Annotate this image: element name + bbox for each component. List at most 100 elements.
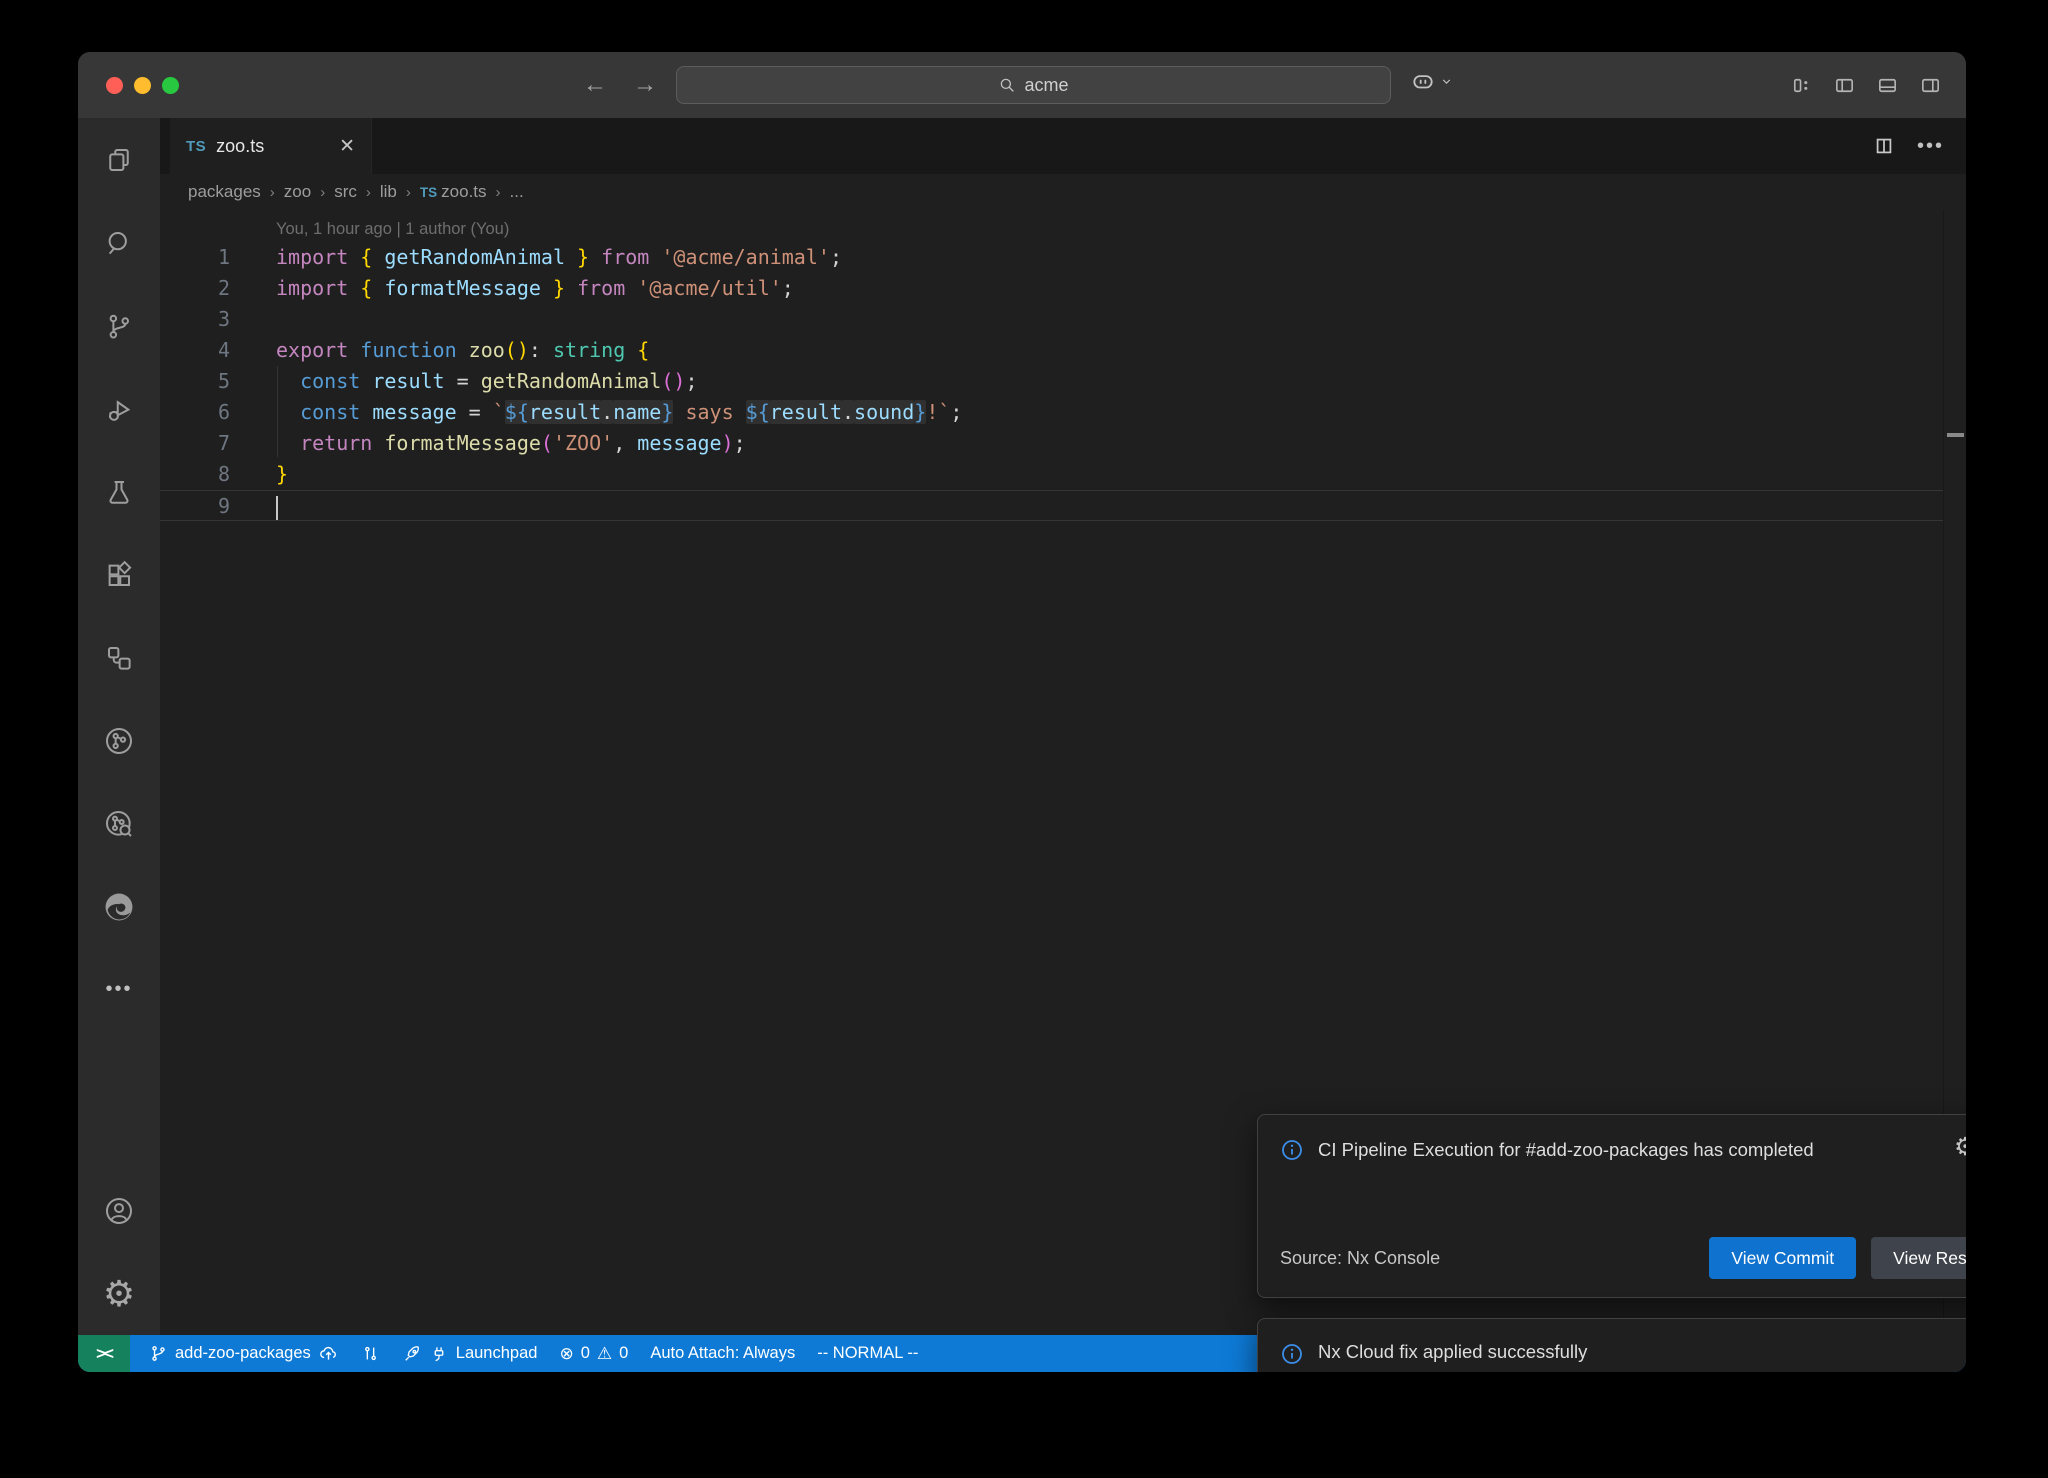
- ruler-cursor-marker: [1947, 433, 1964, 437]
- zoom-window-button[interactable]: [162, 77, 179, 94]
- code-lines: 1 import { getRandomAnimal } from '@acme/…: [160, 242, 1966, 521]
- split-editor-icon[interactable]: [1873, 135, 1895, 157]
- copilot-menu[interactable]: [1410, 68, 1453, 94]
- tab-bar: TS zoo.ts ✕ •••: [160, 118, 1966, 174]
- line-number: 5: [160, 366, 230, 397]
- titlebar: ← → acme: [78, 52, 1966, 118]
- breadcrumb-label: lib: [380, 182, 397, 202]
- close-window-button[interactable]: [106, 77, 123, 94]
- code-text: const result = getRandomAnimal();: [276, 366, 697, 397]
- code-text: }: [276, 459, 288, 490]
- tab-label: zoo.ts: [216, 136, 264, 157]
- code-line[interactable]: 8}: [160, 459, 1966, 490]
- customize-layout-icon[interactable]: [1790, 74, 1813, 97]
- code-text: import { formatMessage } from '@acme/uti…: [276, 273, 794, 304]
- code-line[interactable]: 2 import { formatMessage } from '@acme/ut…: [160, 273, 1966, 304]
- notification-nx-cloud-fix: Nx Cloud fix applied successfully: [1257, 1318, 1966, 1372]
- notification-settings-icon[interactable]: ⚙: [1954, 1135, 1966, 1159]
- more-views-icon[interactable]: •••: [78, 948, 160, 1031]
- launchpad-item[interactable]: Launchpad: [391, 1335, 549, 1372]
- code-line[interactable]: 6 const message = `${result.name} says $…: [160, 397, 1966, 428]
- breadcrumb-item[interactable]: TS zoo.ts: [420, 182, 487, 202]
- code-line[interactable]: 5 const result = getRandomAnimal();: [160, 366, 1966, 397]
- forward-arrow-icon[interactable]: →: [633, 71, 657, 99]
- breadcrumb-item[interactable]: lib: [380, 182, 397, 202]
- remote-explorer-icon[interactable]: [78, 616, 160, 699]
- inline-blame: You, 1 hour ago | 1 author (You): [276, 216, 1966, 242]
- editor-group: TS zoo.ts ✕ ••• packages›zoo›src›lib›TSz…: [160, 118, 1966, 1335]
- breadcrumb-separator-icon: ›: [315, 184, 330, 201]
- chevron-down-icon: [1440, 75, 1453, 88]
- code-line[interactable]: 3: [160, 304, 1966, 335]
- breadcrumb-separator-icon: ›: [361, 184, 376, 201]
- back-arrow-icon[interactable]: ←: [583, 71, 607, 99]
- more-actions-icon[interactable]: •••: [1917, 135, 1944, 158]
- auto-attach-item[interactable]: Auto Attach: Always: [639, 1335, 806, 1372]
- breadcrumb-label: zoo: [284, 182, 311, 202]
- code-text: [276, 491, 278, 520]
- breadcrumb-item[interactable]: zoo: [284, 182, 311, 202]
- breadcrumb-separator-icon: ›: [265, 184, 280, 201]
- code-line[interactable]: 1 import { getRandomAnimal } from '@acme/…: [160, 242, 1966, 273]
- code-text: import { getRandomAnimal } from '@acme/a…: [276, 242, 842, 273]
- search-view-icon[interactable]: [78, 201, 160, 284]
- launchpad-label: Launchpad: [456, 1344, 538, 1363]
- error-icon: ⊗: [559, 1345, 573, 1362]
- edge-browser-icon[interactable]: [78, 865, 160, 948]
- explorer-icon[interactable]: [78, 118, 160, 201]
- info-icon: [1280, 1138, 1304, 1162]
- toggle-panel-icon[interactable]: [1876, 74, 1899, 97]
- extensions-icon[interactable]: [78, 533, 160, 616]
- run-debug-icon[interactable]: [78, 367, 160, 450]
- code-text: const message = `${result.name} says ${r…: [276, 397, 962, 428]
- source-control-icon[interactable]: [78, 284, 160, 367]
- testing-icon[interactable]: [78, 450, 160, 533]
- view-results-button[interactable]: View Results: [1871, 1237, 1966, 1279]
- activity-bar: ••• ⚙: [78, 118, 160, 1335]
- toggle-secondary-sidebar-icon[interactable]: [1919, 74, 1942, 97]
- code-line[interactable]: 4 export function zoo(): string {: [160, 335, 1966, 366]
- settings-gear-icon[interactable]: ⚙: [78, 1252, 160, 1335]
- error-count: 0: [581, 1344, 590, 1363]
- problems-item[interactable]: ⊗ 0 ⚠ 0: [548, 1335, 639, 1372]
- line-number: 6: [160, 397, 230, 428]
- nx-console-icon[interactable]: [78, 699, 160, 782]
- breadcrumb-separator-icon: ›: [491, 184, 506, 201]
- vscode-window: ← → acme: [78, 52, 1966, 1372]
- cloud-upload-icon: [318, 1343, 339, 1364]
- toggle-primary-sidebar-icon[interactable]: [1833, 74, 1856, 97]
- command-center-search[interactable]: acme: [676, 66, 1391, 104]
- notification-message: Nx Cloud fix applied successfully: [1318, 1337, 1587, 1367]
- remote-indicator[interactable]: ><: [78, 1335, 130, 1372]
- line-number: 3: [160, 304, 230, 335]
- breadcrumb-item[interactable]: ...: [510, 182, 524, 202]
- tab-zoo-ts[interactable]: TS zoo.ts ✕: [170, 118, 372, 174]
- typescript-file-icon: TS: [420, 185, 437, 200]
- breadcrumb-item[interactable]: packages: [188, 182, 261, 202]
- warning-icon: ⚠: [597, 1345, 612, 1362]
- rocket-icon: [402, 1344, 422, 1364]
- accounts-icon[interactable]: [78, 1169, 160, 1252]
- breadcrumb-label: zoo.ts: [441, 182, 486, 202]
- tab-close-icon[interactable]: ✕: [339, 135, 355, 158]
- branch-item[interactable]: add-zoo-packages: [138, 1335, 350, 1372]
- line-number: 2: [160, 273, 230, 304]
- vim-mode-item[interactable]: -- NORMAL --: [806, 1335, 929, 1372]
- git-branch-icon: [149, 1344, 168, 1363]
- code-line[interactable]: 7 return formatMessage('ZOO', message);: [160, 428, 1966, 459]
- line-number: 1: [160, 242, 230, 273]
- code-text: export function zoo(): string {: [276, 335, 649, 366]
- copilot-icon: [1410, 68, 1436, 94]
- breadcrumb-label: packages: [188, 182, 261, 202]
- source-control-graph-item[interactable]: [350, 1335, 391, 1372]
- line-number: 4: [160, 335, 230, 366]
- branch-name: add-zoo-packages: [175, 1344, 311, 1363]
- minimize-window-button[interactable]: [134, 77, 151, 94]
- info-icon: [1280, 1342, 1304, 1366]
- breadcrumb-label: ...: [510, 182, 524, 202]
- nx-cloud-icon[interactable]: [78, 782, 160, 865]
- breadcrumb-item[interactable]: src: [334, 182, 357, 202]
- search-query: acme: [1024, 75, 1068, 96]
- code-line[interactable]: 9: [160, 490, 1943, 521]
- view-commit-button[interactable]: View Commit: [1709, 1237, 1856, 1279]
